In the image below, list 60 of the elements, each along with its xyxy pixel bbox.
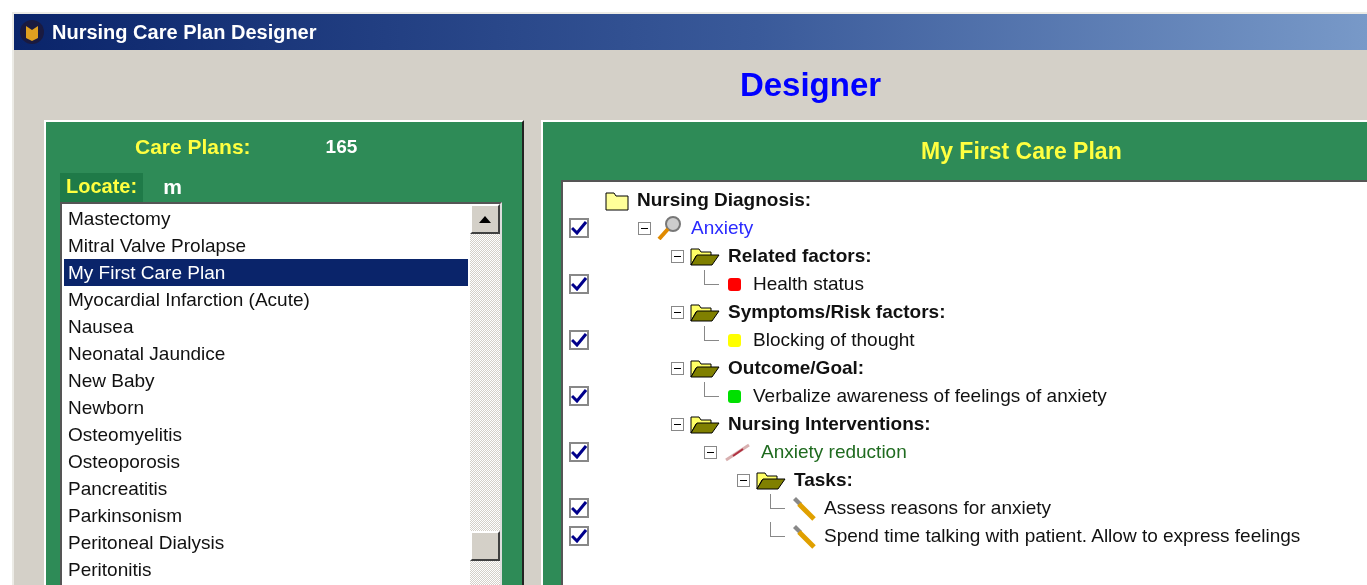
up-arrow-icon xyxy=(479,215,491,223)
list-item[interactable]: Pancreatitis xyxy=(64,475,468,502)
list-item[interactable]: Neonatal Jaundice xyxy=(64,340,468,367)
tree-label[interactable]: Health status xyxy=(753,273,864,295)
checkbox[interactable] xyxy=(569,498,589,518)
list-item[interactable]: Parkinsonism xyxy=(64,502,468,529)
tree-label[interactable]: Blocking of thought xyxy=(753,329,915,351)
list-item[interactable]: Mitral Valve Prolapse xyxy=(64,232,468,259)
list-item[interactable]: Osteomyelitis xyxy=(64,421,468,448)
list-item[interactable]: Myocardial Infarction (Acute) xyxy=(64,286,468,313)
list-item[interactable]: My First Care Plan xyxy=(64,259,468,286)
tree-label[interactable]: Anxiety xyxy=(691,217,754,239)
open-folder-icon xyxy=(756,469,786,491)
window-title: Nursing Care Plan Designer xyxy=(52,20,317,44)
checkbox[interactable] xyxy=(569,442,589,462)
collapse-toggle[interactable] xyxy=(671,417,684,431)
folder-icon xyxy=(605,189,629,211)
collapse-toggle[interactable] xyxy=(704,445,717,459)
page-heading: Designer xyxy=(738,65,883,105)
plan-title: My First Care Plan xyxy=(920,136,1123,166)
scroll-thumb[interactable] xyxy=(470,531,500,561)
tree-label[interactable]: Outcome/Goal: xyxy=(728,357,865,379)
list-item[interactable]: Newborn xyxy=(64,394,468,421)
list-item[interactable]: Osteoporosis xyxy=(64,448,468,475)
list-item[interactable]: Peritonitis xyxy=(64,556,468,583)
tree-label[interactable]: Assess reasons for anxiety xyxy=(824,497,1052,519)
tree-label[interactable]: Nursing Interventions: xyxy=(728,413,931,435)
tree-label[interactable]: Spend time talking with patient. Allow to express feelings xyxy=(824,525,1301,547)
list-item[interactable]: New Baby xyxy=(64,367,468,394)
collapse-toggle[interactable] xyxy=(671,305,684,319)
collapse-toggle[interactable] xyxy=(671,361,684,375)
tree-label[interactable]: Nursing Diagnosis: xyxy=(637,189,812,211)
checkbox[interactable] xyxy=(569,330,589,350)
checkbox[interactable] xyxy=(569,218,589,238)
app-icon xyxy=(18,19,46,45)
locate-field[interactable]: m xyxy=(163,175,182,199)
magnifier-icon xyxy=(657,216,683,240)
locate-label: Locate: xyxy=(60,173,144,202)
tree-label[interactable]: Anxiety reduction xyxy=(761,441,907,463)
tree-label[interactable]: Related factors: xyxy=(728,245,872,267)
checkbox[interactable] xyxy=(569,386,589,406)
list-item[interactable]: Nausea xyxy=(64,313,468,340)
collapse-toggle[interactable] xyxy=(638,221,651,235)
scroll-up-button[interactable] xyxy=(470,204,500,234)
open-folder-icon xyxy=(690,413,720,435)
open-folder-icon xyxy=(690,357,720,379)
tree-label[interactable]: Symptoms/Risk factors: xyxy=(728,301,946,323)
tree-label[interactable]: Verbalize awareness of feelings of anxiety xyxy=(753,385,1107,407)
care-plans-count: 165 xyxy=(325,136,358,158)
collapse-toggle[interactable] xyxy=(737,473,750,487)
open-folder-icon xyxy=(690,245,720,267)
collapse-toggle[interactable] xyxy=(671,249,684,263)
list-item[interactable]: Mastectomy xyxy=(64,205,468,232)
scrollbar[interactable] xyxy=(470,204,500,585)
care-plans-label: Care Plans: xyxy=(135,135,251,159)
checkbox[interactable] xyxy=(569,526,589,546)
tree-label[interactable]: Tasks: xyxy=(794,469,853,491)
list-item[interactable]: Peritoneal Dialysis xyxy=(64,529,468,556)
open-folder-icon xyxy=(690,301,720,323)
checkbox[interactable] xyxy=(569,274,589,294)
